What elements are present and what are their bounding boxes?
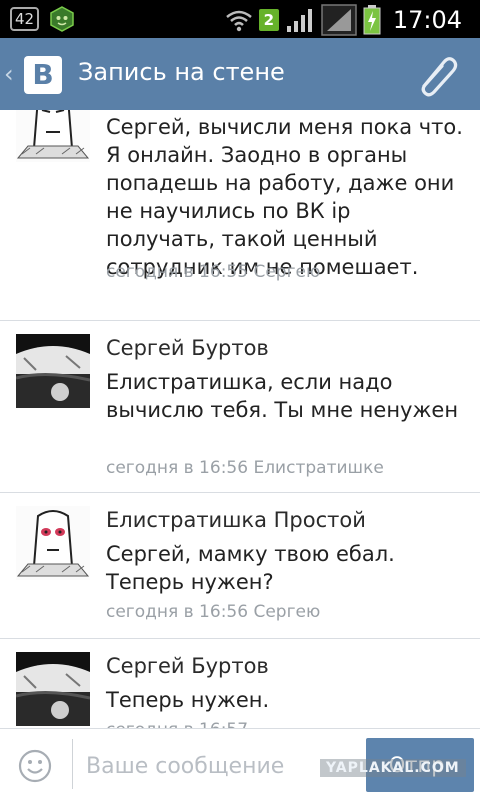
battery-icon <box>363 5 381 35</box>
message-composer: Отпр. YAPLAKAL.COM <box>0 728 480 801</box>
comment-item: Елистратишка Простой Сергей, мамку твою … <box>0 492 480 639</box>
comment-meta[interactable]: сегодня в 16:57 <box>106 720 248 728</box>
comment-text: Сергей, вычисли меня пока что. Я онлайн.… <box>106 115 463 279</box>
attach-paperclip-icon[interactable] <box>414 52 462 98</box>
comment-item: Сергей Буртов Елистратишка, если надо вы… <box>0 320 480 493</box>
status-bar: 42 2 17:04 <box>0 0 480 38</box>
avatar[interactable] <box>16 334 90 408</box>
notification-badge: 42 <box>10 7 40 31</box>
composer-divider <box>72 739 73 789</box>
signal-icon <box>286 9 312 32</box>
comment-text: Сергей, мамку твою ебал. Теперь нужен? <box>106 542 395 594</box>
app-notification-icon <box>50 6 74 32</box>
signal-icon-2 <box>321 4 357 36</box>
wifi-icon <box>226 10 252 32</box>
avatar-drawing-icon <box>16 506 90 580</box>
status-time: 17:04 <box>392 6 462 34</box>
comment-meta[interactable]: сегодня в 16:55 Сергею <box>106 262 320 282</box>
network-count-badge: 2 <box>258 9 279 31</box>
avatar-car-photo-icon <box>16 334 90 408</box>
avatar[interactable] <box>16 506 90 580</box>
app-header: ‹ В Запись на стене <box>0 38 480 110</box>
watermark: YAPLAKAL.COM <box>320 759 466 777</box>
comment-author[interactable]: Сергей Буртов <box>106 336 269 360</box>
comment-text: Теперь нужен. <box>106 688 270 712</box>
avatar-car-photo-icon <box>16 652 90 726</box>
comment-text: Елистратишка, если надо вычислю тебя. Ты… <box>106 370 459 422</box>
smiley-icon[interactable] <box>18 749 52 783</box>
comment-author[interactable]: Сергей Буртов <box>106 654 269 678</box>
comment-item: Сергей Буртов Теперь нужен. сегодня в 16… <box>0 638 480 728</box>
back-icon[interactable]: ‹ <box>4 60 14 88</box>
comment-item: Сергей, вычисли меня пока что. Я онлайн.… <box>0 110 480 321</box>
message-input[interactable] <box>84 745 358 787</box>
avatar-drawing-icon <box>16 110 90 162</box>
page-title: Запись на стене <box>78 58 285 86</box>
avatar[interactable] <box>16 652 90 726</box>
comment-feed[interactable]: Сергей, вычисли меня пока что. Я онлайн.… <box>0 110 480 728</box>
comment-meta[interactable]: сегодня в 16:56 Елистратишке <box>106 458 384 478</box>
comment-meta[interactable]: сегодня в 16:56 Сергею <box>106 602 320 622</box>
avatar[interactable] <box>16 110 90 162</box>
vk-logo[interactable]: В <box>24 56 62 94</box>
comment-author[interactable]: Елистратишка Простой <box>106 508 366 532</box>
